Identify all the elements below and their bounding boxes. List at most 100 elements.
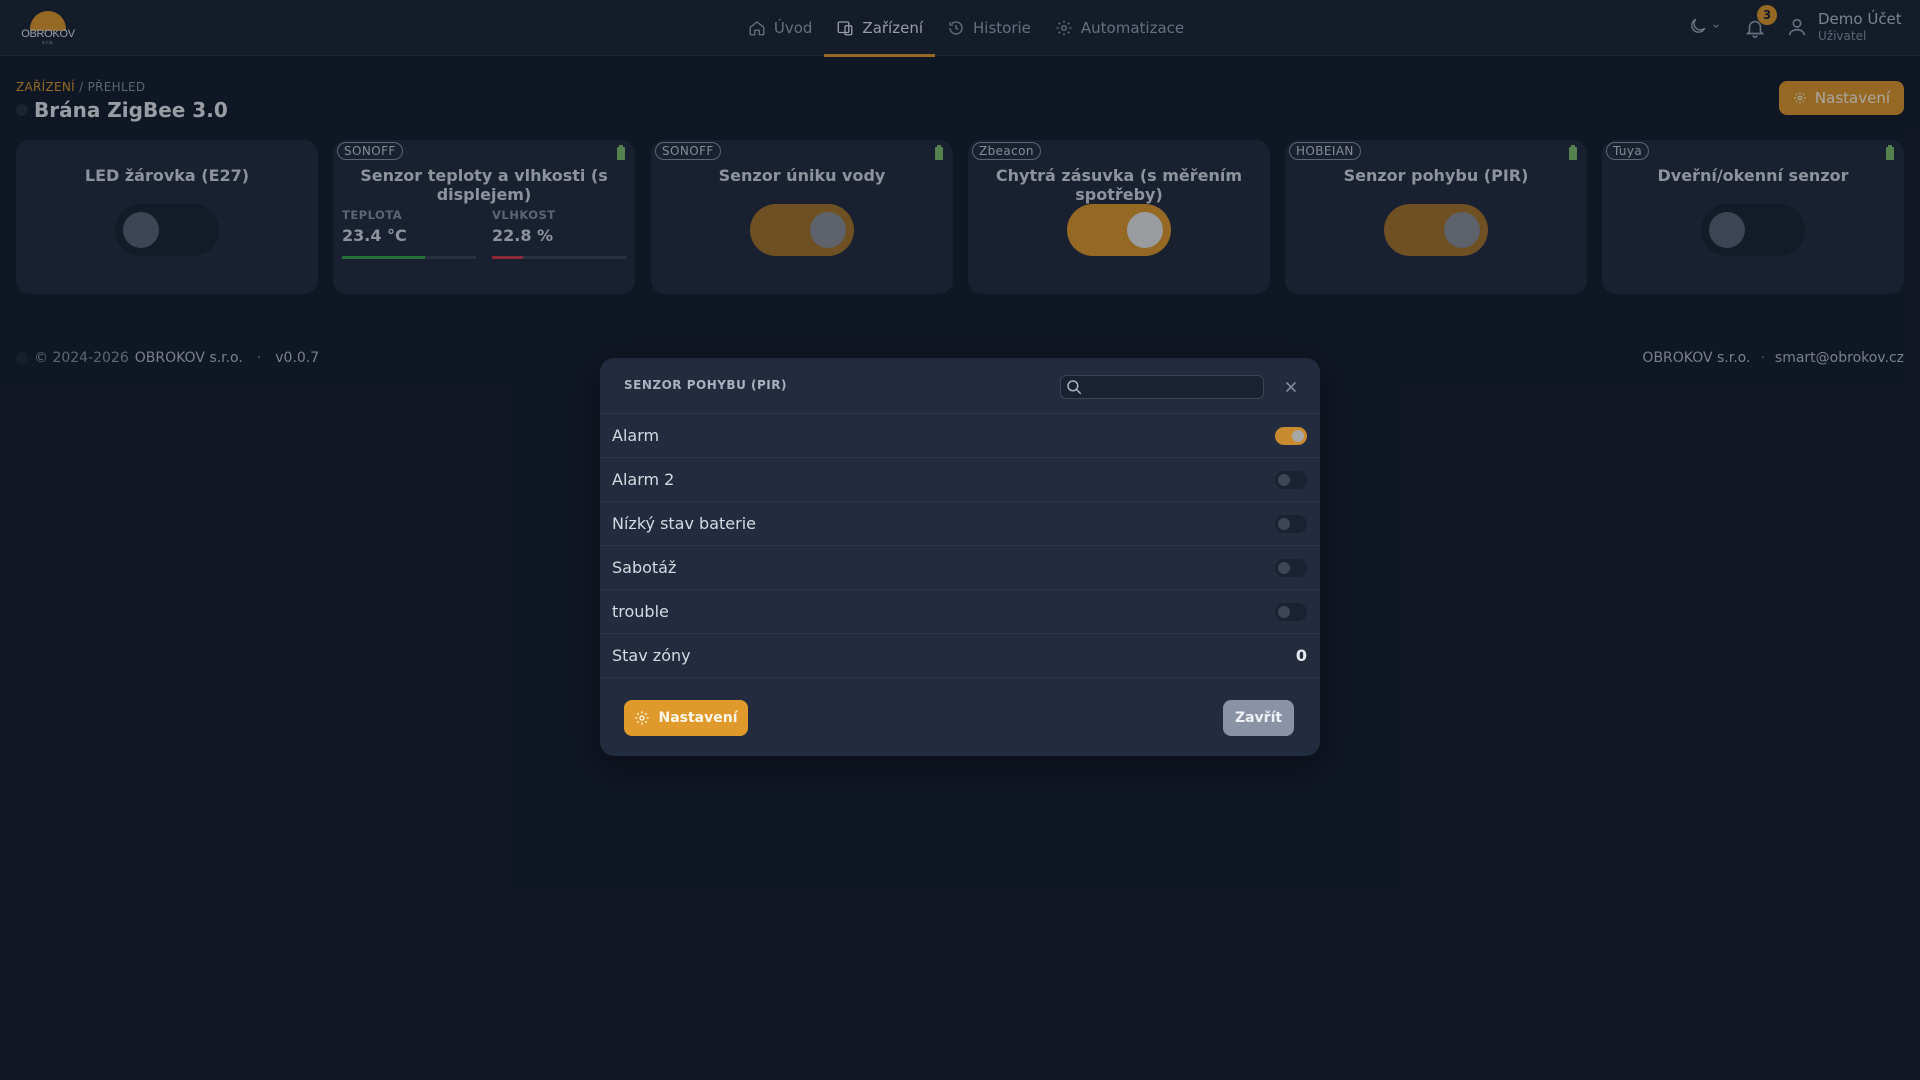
device-card-motion-sensor[interactable]: HOBEIAN Senzor pohybu (PIR) [1285,140,1587,294]
automation-gear-icon [1056,20,1072,36]
gear-icon [635,711,650,725]
nav-devices-label: Zařízení [862,19,924,37]
state-label: Alarm 2 [612,470,675,489]
brand-badge: HOBEIAN [1289,142,1361,160]
notification-badge: 3 [1757,5,1777,25]
state-label: Stav zóny [612,646,691,665]
metric-value: 22.8 % [492,226,554,245]
device-toggle[interactable] [1384,204,1488,256]
modal-close-button[interactable]: Zavřít [1223,700,1294,736]
modal-search-input[interactable] [1089,376,1261,398]
user-name: Demo Účet [1818,10,1902,28]
state-toggle[interactable] [1275,559,1307,577]
device-card-door-window[interactable]: Tuya Dveřní/okenní senzor [1602,140,1904,294]
footer-left: © 2024-2026 OBROKOV s.r.o. · v0.0.7 [16,350,319,366]
nav-home[interactable]: Úvod [736,0,825,56]
nav-home-label: Úvod [773,19,813,37]
page-title: Brána ZigBee 3.0 [16,98,228,122]
device-card-title: Dveřní/okenní senzor [1657,166,1849,185]
user-menu[interactable]: Demo Účet Uživatel [1786,10,1902,44]
device-toggle[interactable] [115,204,219,256]
nav-automation-label: Automatizace [1080,19,1185,37]
logo-text: OBROKOV [21,28,75,40]
brand-badge: Tuya [1606,142,1650,160]
nav-history-label: Historie [973,19,1031,37]
device-card-led-bulb[interactable]: LED žárovka (E27) [16,140,318,294]
state-toggle[interactable] [1275,515,1307,533]
metric-label: TEPLOTA [342,208,403,222]
modal-header: SENZOR POHYBU (PIR) [600,358,1320,414]
search-icon [1067,380,1082,395]
state-toggle[interactable] [1275,427,1307,445]
toggle-knob [1278,606,1290,618]
breadcrumb-separator: / [75,80,88,94]
battery-icon [617,145,625,160]
brand-logo[interactable]: OBROKOV s.r.o. [20,10,76,46]
main-nav: Úvod Zařízení Historie Automatizace [0,0,1920,57]
metric-value: 23.4 °C [342,226,407,245]
device-card-smart-plug[interactable]: Zbeacon Chytrá zásuvka (s měřením spotře… [968,140,1270,294]
footer-right-company: OBROKOV s.r.o. [1642,350,1751,366]
state-toggle[interactable] [1275,603,1307,621]
state-label: Sabotáž [612,558,677,577]
modal-search[interactable] [1060,375,1264,399]
state-label: Alarm [612,426,660,445]
humidity-bar-fill [492,256,523,259]
nav-automation[interactable]: Automatizace [1043,0,1196,56]
device-toggle[interactable] [750,204,854,256]
state-row-low-battery: Nízký stav baterie [600,502,1320,546]
top-bar: OBROKOV s.r.o. Úvod Zařízení Historie Au… [0,0,1920,57]
settings-button[interactable]: Nastavení [1779,81,1904,115]
toggle-knob [1127,212,1163,248]
footer-separator: · [1760,350,1765,366]
device-toggle[interactable] [1701,204,1805,256]
breadcrumb: ZAŘÍZENÍ / PŘEHLED [16,80,145,94]
state-row-trouble: trouble [600,590,1320,634]
device-card-title: Senzor pohybu (PIR) [1343,166,1529,185]
footer-version: v0.0.7 [275,350,320,366]
breadcrumb-overview: PŘEHLED [87,80,146,94]
brand-badge: Zbeacon [972,142,1041,160]
device-card-title: Chytrá zásuvka (s měřením spotřeby) [995,166,1243,204]
moon-icon [1691,18,1706,33]
battery-icon [1569,145,1577,160]
breadcrumb-devices[interactable]: ZAŘÍZENÍ [16,80,75,94]
status-dot [16,104,28,116]
theme-switcher[interactable] [1688,16,1721,36]
footer-right: OBROKOV s.r.o. · smart@obrokov.cz [1642,350,1904,366]
footer-copyright: © 2024-2026 [34,350,129,366]
footer-status-dot [16,352,28,364]
toggle-knob [1278,518,1290,530]
device-toggle[interactable] [1067,204,1171,256]
chevron-down-icon [1713,24,1719,28]
page-title-text: Brána ZigBee 3.0 [34,98,228,122]
modal-title: SENZOR POHYBU (PIR) [624,378,787,392]
footer-separator: · [256,350,262,366]
metric-temperature: TEPLOTA 23.4 °C [342,208,407,245]
user-icon [1788,18,1806,36]
brand-badge: SONOFF [337,142,403,160]
metric-label: VLHKOST [492,208,556,222]
device-card-title: Senzor teploty a vlhkosti (s displejem) [360,166,608,204]
toggle-knob [1292,430,1304,442]
temperature-bar [342,256,476,259]
footer-email-link[interactable]: smart@obrokov.cz [1775,350,1904,366]
state-toggle[interactable] [1275,471,1307,489]
device-card-water-leak[interactable]: SONOFF Senzor úniku vody [651,140,953,294]
toggle-knob [1278,474,1290,486]
temperature-bar-fill [342,256,426,259]
state-label: trouble [612,602,669,621]
modal-settings-button[interactable]: Nastavení [624,700,748,736]
footer-company: OBROKOV s.r.o. [134,350,243,366]
battery-icon [935,145,943,160]
nav-devices[interactable]: Zařízení [824,0,935,57]
toggle-knob [1709,212,1745,248]
device-card-temp-humidity[interactable]: SONOFF Senzor teploty a vlhkosti (s disp… [333,140,635,294]
toggle-knob [123,212,159,248]
close-icon[interactable] [1282,378,1300,396]
metric-humidity: VLHKOST 22.8 % [492,208,556,245]
settings-button-label: Nastavení [1814,89,1890,107]
state-row-tamper: Sabotáž [600,546,1320,590]
nav-history[interactable]: Historie [935,0,1043,56]
device-card-title: Senzor úniku vody [718,166,886,185]
